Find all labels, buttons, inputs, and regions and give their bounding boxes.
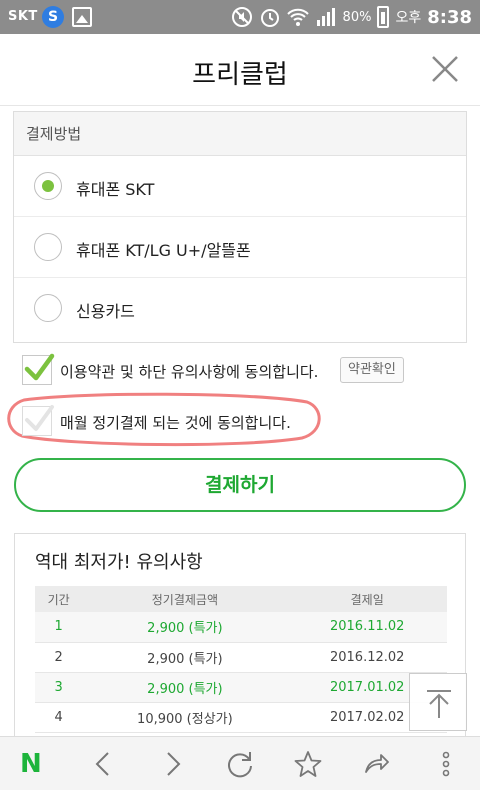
page-title: 프리클럽 xyxy=(192,60,288,90)
table-row: 4 10,900 (정상가) 2017.02.02 xyxy=(35,702,447,733)
radio-skt[interactable] xyxy=(34,172,62,200)
cell-period: 2 xyxy=(35,642,83,673)
clock: 8:38 xyxy=(427,6,472,28)
alarm-icon xyxy=(260,9,279,27)
table-row: 2 2,900 (특가) 2016.12.02 xyxy=(35,642,447,673)
star-icon[interactable] xyxy=(294,750,322,778)
payment-option-label: 신용카드 xyxy=(76,302,135,321)
cell-period: 1 xyxy=(35,612,83,643)
status-bar: SKT S 80% 오후 8:38 xyxy=(0,0,480,34)
view-terms-button[interactable]: 약관확인 xyxy=(340,357,404,383)
checkmark-icon xyxy=(24,353,55,381)
radio-kt-lg[interactable] xyxy=(34,233,62,261)
payment-method-heading: 결제방법 xyxy=(14,112,466,156)
signal-icon xyxy=(316,8,335,26)
more-icon[interactable] xyxy=(432,750,460,778)
scroll-to-top-button[interactable] xyxy=(409,673,467,731)
cell-date: 2016.12.02 xyxy=(287,642,447,673)
arrow-up-icon xyxy=(427,690,451,718)
payment-option-credit-card[interactable]: 신용카드 xyxy=(14,278,466,339)
page-content: 결제방법 휴대폰 SKT 휴대폰 KT/LG U+/알뜰폰 신용카드 이용약관 … xyxy=(0,106,480,736)
column-header-period: 기간 xyxy=(35,586,83,612)
payment-method-box: 결제방법 휴대폰 SKT 휴대폰 KT/LG U+/알뜰폰 신용카드 xyxy=(13,111,467,343)
cell-amount: 2,900 (특가) xyxy=(82,672,288,703)
table-row: 3 2,900 (특가) 2017.01.02 xyxy=(35,672,447,703)
forward-icon[interactable] xyxy=(158,750,186,778)
terms-agreement-text: 이용약관 및 하단 유의사항에 동의합니다. xyxy=(60,363,319,381)
payment-option-label: 휴대폰 KT/LG U+/알뜰폰 xyxy=(76,241,251,260)
carrier-label: SKT xyxy=(8,9,38,24)
payment-option-skt[interactable]: 휴대폰 SKT xyxy=(14,156,466,217)
naver-logo[interactable]: N xyxy=(20,750,42,778)
terms-checkbox[interactable] xyxy=(22,353,55,385)
cell-period: 3 xyxy=(35,672,83,703)
notice-box: 역대 최저가! 유의사항 기간 정기결제금액 결제일 1 2,900 (특가) … xyxy=(14,533,466,736)
page-header: 프리클럽 xyxy=(0,34,480,106)
pay-button[interactable]: 결제하기 xyxy=(14,458,466,512)
refresh-icon[interactable] xyxy=(226,750,254,778)
monthly-payment-agreement-text: 매월 정기결제 되는 것에 동의합니다. xyxy=(60,414,291,432)
close-icon[interactable] xyxy=(430,54,460,84)
cell-date: 2016.11.02 xyxy=(287,612,447,643)
table-row: 1 2,900 (특가) 2016.11.02 xyxy=(35,612,447,643)
cell-amount: 2,900 (특가) xyxy=(82,612,288,643)
mute-icon xyxy=(231,7,252,27)
back-icon[interactable] xyxy=(90,750,118,778)
status-right: 80% 오후 8:38 xyxy=(231,0,472,34)
ampm-label: 오후 xyxy=(395,10,422,26)
notice-title: 역대 최저가! 유의사항 xyxy=(35,552,203,573)
monthly-payment-checkbox[interactable] xyxy=(22,405,54,436)
browser-toolbar: N xyxy=(0,736,480,790)
cell-period: 4 xyxy=(35,702,83,733)
column-header-date: 결제일 xyxy=(287,586,447,612)
payment-option-label: 휴대폰 SKT xyxy=(76,180,155,199)
cell-amount: 10,900 (정상가) xyxy=(82,702,288,733)
cell-amount: 2,900 (특가) xyxy=(82,642,288,673)
battery-icon xyxy=(377,6,390,28)
billing-schedule-table: 기간 정기결제금액 결제일 1 2,900 (특가) 2016.11.02 2 … xyxy=(35,586,447,733)
image-notification-icon xyxy=(72,7,92,27)
radio-credit-card[interactable] xyxy=(34,294,62,322)
column-header-amount: 정기결제금액 xyxy=(82,586,288,612)
share-icon[interactable] xyxy=(362,750,390,778)
wifi-icon xyxy=(286,8,309,26)
s-app-icon: S xyxy=(42,6,64,28)
monthly-payment-agreement-row: 매월 정기결제 되는 것에 동의합니다. xyxy=(22,405,462,438)
battery-percent: 80% xyxy=(342,9,372,25)
checkmark-icon xyxy=(25,405,54,431)
terms-agreement-row: 이용약관 및 하단 유의사항에 동의합니다. 약관확인 xyxy=(22,353,462,387)
table-header-row: 기간 정기결제금액 결제일 xyxy=(35,586,447,612)
payment-option-kt-lg[interactable]: 휴대폰 KT/LG U+/알뜰폰 xyxy=(14,217,466,278)
